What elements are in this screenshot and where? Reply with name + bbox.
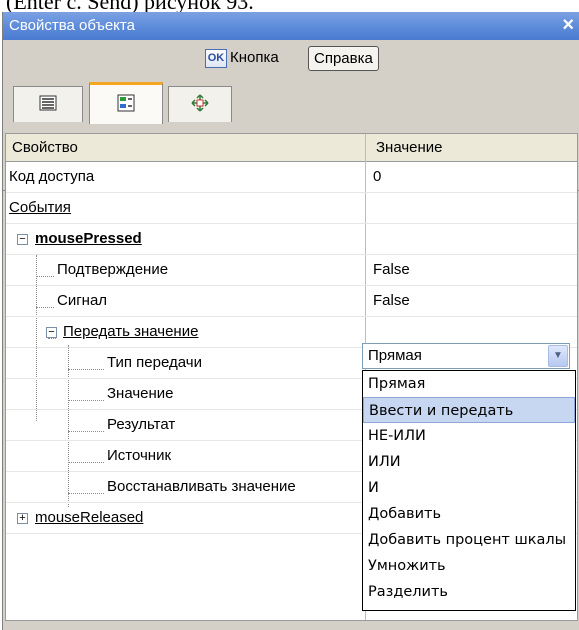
dropdown-option[interactable]: И <box>363 475 575 501</box>
table-row[interactable]: События <box>6 193 577 224</box>
dropdown-option[interactable]: Разделить <box>363 579 575 605</box>
dropdown-option[interactable]: Прямая <box>363 371 575 397</box>
object-type-label: Кнопка <box>230 49 279 66</box>
row-value[interactable]: False <box>373 292 410 309</box>
move-icon <box>190 93 210 116</box>
list-icon <box>39 95 57 115</box>
events-icon <box>117 94 135 116</box>
row-label: Сигнал <box>57 292 108 309</box>
tab-events[interactable] <box>89 82 163 124</box>
row-label[interactable]: mouseReleased <box>35 509 143 526</box>
transfer-type-dropdown: Прямая Ввести и передать НЕ-ИЛИ ИЛИ И До… <box>362 370 576 611</box>
ok-icon: OK <box>205 49 227 68</box>
collapse-icon[interactable]: − <box>46 327 57 338</box>
help-button[interactable]: Справка <box>308 46 379 71</box>
transfer-type-value: Прямая <box>368 347 422 364</box>
header-value: Значение <box>376 139 443 156</box>
chevron-down-icon[interactable]: ▼ <box>548 345 568 367</box>
tab-dynamics[interactable] <box>168 86 232 122</box>
dropdown-option-selected[interactable]: Ввести и передать <box>363 397 575 423</box>
row-value[interactable]: False <box>373 261 410 278</box>
dropdown-option[interactable]: Добавить <box>363 501 575 527</box>
row-label: Источник <box>107 447 172 464</box>
row-label[interactable]: События <box>9 199 71 216</box>
expand-icon[interactable]: + <box>17 513 28 524</box>
row-label: Код доступа <box>9 168 95 185</box>
object-toolbar: OK Кнопка Справка <box>3 40 579 76</box>
row-label: Значение <box>107 385 174 402</box>
row-value[interactable]: 0 <box>373 168 381 185</box>
dropdown-option[interactable]: Умножить <box>363 553 575 579</box>
dropdown-option[interactable]: Добавить процент шкалы <box>363 527 575 553</box>
close-icon[interactable]: × <box>562 14 574 37</box>
row-label: Подтверждение <box>57 261 169 278</box>
transfer-type-select[interactable]: Прямая ▼ <box>362 343 570 369</box>
dropdown-option[interactable]: НЕ-ИЛИ <box>363 423 575 449</box>
collapse-icon[interactable]: − <box>17 234 28 245</box>
dropdown-option[interactable]: ИЛИ <box>363 449 575 475</box>
table-row[interactable]: Подтверждение False <box>6 255 577 286</box>
property-tabs <box>3 78 579 191</box>
window-title: Свойства объекта <box>9 17 135 34</box>
title-bar: Свойства объекта × <box>3 12 579 40</box>
row-label: Результат <box>107 416 176 433</box>
row-label[interactable]: mousePressed <box>35 230 142 247</box>
header-property: Свойство <box>12 139 78 156</box>
table-row[interactable]: Сигнал False <box>6 286 577 317</box>
row-label: Восстанавливать значение <box>107 478 296 495</box>
table-row[interactable]: − mousePressed <box>6 224 577 255</box>
grid-header: Свойство Значение <box>6 134 577 162</box>
table-row[interactable]: Код доступа 0 <box>6 162 577 193</box>
row-label[interactable]: Передать значение <box>63 323 198 340</box>
row-label: Тип передачи <box>107 354 202 371</box>
tab-properties[interactable] <box>13 86 83 122</box>
